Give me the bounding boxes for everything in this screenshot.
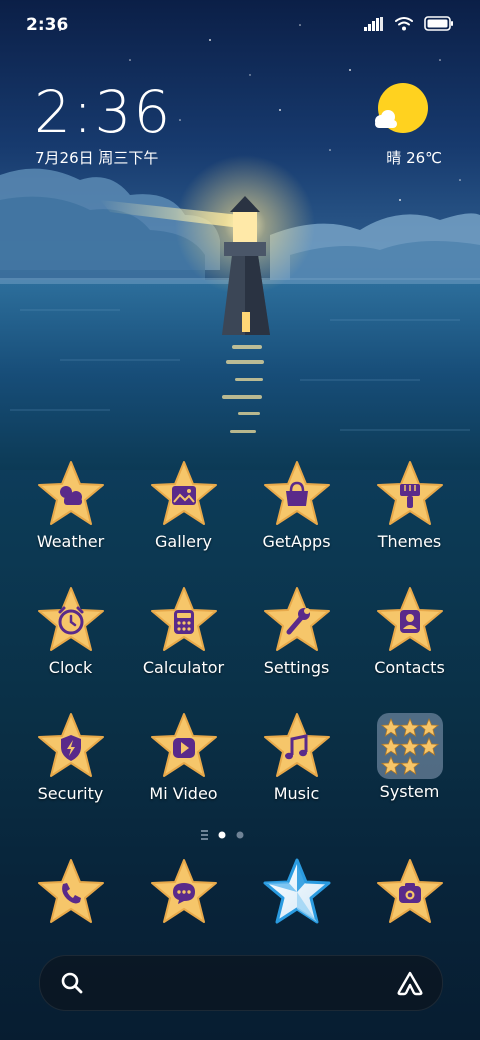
- weather-icon: [35, 458, 107, 530]
- dock-messages[interactable]: [127, 856, 240, 928]
- dock-phone[interactable]: [14, 856, 127, 928]
- weather-widget[interactable]: [356, 82, 446, 142]
- play-icon: [148, 710, 220, 782]
- app-gallery[interactable]: Gallery: [127, 458, 240, 551]
- app-clock[interactable]: Clock: [14, 584, 127, 677]
- app-label: Music: [273, 784, 320, 803]
- page-dot-active: [218, 831, 226, 839]
- wrench-icon: [261, 584, 333, 656]
- app-themes[interactable]: Themes: [353, 458, 466, 551]
- white-star-icon: [261, 856, 333, 928]
- dock-camera[interactable]: [353, 856, 466, 928]
- app-settings[interactable]: Settings: [240, 584, 353, 677]
- battery-icon: [424, 16, 454, 35]
- app-music[interactable]: Music: [240, 710, 353, 803]
- status-time: 2:36: [26, 15, 69, 35]
- app-label: Gallery: [155, 532, 212, 551]
- app-mi-video[interactable]: Mi Video: [127, 710, 240, 803]
- app-getapps[interactable]: GetApps: [240, 458, 353, 551]
- page-indicator[interactable]: [0, 828, 480, 842]
- app-label: Contacts: [374, 658, 445, 677]
- app-security[interactable]: Security: [14, 710, 127, 803]
- themes-brush-icon: [374, 458, 446, 530]
- message-icon: [148, 856, 220, 928]
- clock-widget-date: 7月26日 周三下午: [35, 149, 159, 167]
- app-label: Weather: [36, 532, 105, 551]
- app-label: Themes: [377, 532, 442, 551]
- search-bar[interactable]: [39, 955, 443, 1011]
- sun-cloud-icon: [371, 83, 431, 142]
- calculator-icon: [148, 584, 220, 656]
- app-weather[interactable]: Weather: [14, 458, 127, 551]
- app-label: Settings: [263, 658, 330, 677]
- alarm-clock-icon: [35, 584, 107, 656]
- camera-icon: [374, 856, 446, 928]
- wallpaper-lighthouse-scene: [0, 24, 480, 470]
- folder-system[interactable]: System: [353, 710, 466, 801]
- menu-lines-icon: [201, 830, 208, 840]
- music-note-icon: [261, 710, 333, 782]
- app-contacts[interactable]: Contacts: [353, 584, 466, 677]
- shield-icon: [35, 710, 107, 782]
- dock-browser[interactable]: [240, 856, 353, 928]
- app-label: Security: [37, 784, 104, 803]
- app-label: Clock: [48, 658, 93, 677]
- getapps-bag-icon: [261, 458, 333, 530]
- gallery-icon: [148, 458, 220, 530]
- phone-icon: [35, 856, 107, 928]
- weather-text: 晴 26℃: [386, 149, 442, 167]
- assistant-icon[interactable]: [396, 970, 424, 1000]
- app-label: System: [379, 782, 440, 801]
- folder-icon: [376, 713, 443, 779]
- clock-widget-time[interactable]: 2:36: [34, 78, 172, 146]
- search-icon[interactable]: [60, 971, 84, 999]
- app-label: GetApps: [262, 532, 331, 551]
- status-bar: 2:36: [0, 0, 480, 52]
- signal-icon: [364, 16, 384, 35]
- wifi-icon: [394, 16, 414, 35]
- page-dot: [236, 831, 244, 839]
- app-calculator[interactable]: Calculator: [127, 584, 240, 677]
- app-label: Calculator: [142, 658, 225, 677]
- contact-card-icon: [374, 584, 446, 656]
- app-label: Mi Video: [149, 784, 218, 803]
